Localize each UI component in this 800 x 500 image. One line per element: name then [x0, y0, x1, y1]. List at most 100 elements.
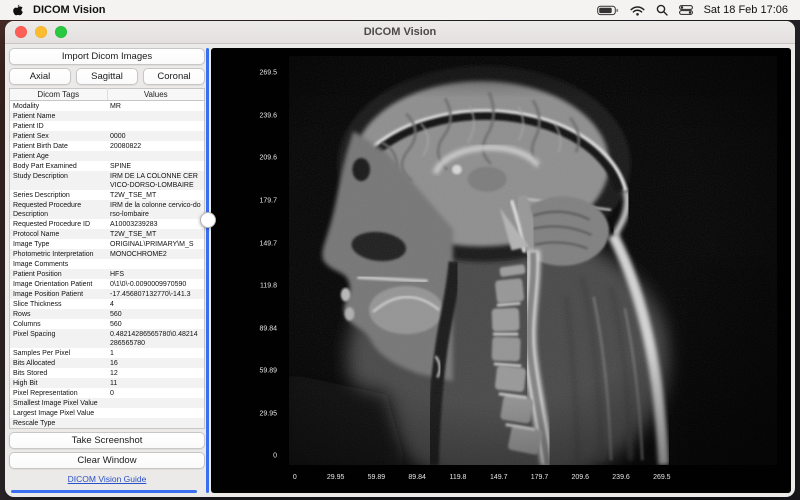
- sagittal-button[interactable]: Sagittal: [76, 68, 138, 85]
- dicom-tag: Patient Sex: [13, 132, 49, 140]
- y-tick-label: 239.6: [259, 112, 277, 120]
- x-tick-label: 0: [292, 474, 297, 481]
- table-row: Series Description T2W_TSE_MT: [10, 190, 205, 200]
- dicom-tag: Patient Position: [13, 270, 62, 278]
- dicom-value: 12: [110, 369, 118, 377]
- y-tick-label: 149.7: [259, 240, 277, 247]
- dicom-value: A10003239283: [110, 220, 158, 228]
- dicom-tag: Rows: [13, 310, 31, 318]
- x-tick-label: 209.6: [571, 474, 590, 481]
- table-row: High Bit 11: [9, 378, 205, 388]
- wifi-icon[interactable]: [630, 5, 645, 16]
- control-center-icon[interactable]: [678, 5, 693, 15]
- view-buttons: Axial Sagittal Coronal: [9, 68, 205, 85]
- x-tick-label: 239.6: [612, 474, 630, 481]
- dicom-tag: Requested Procedure Description: [13, 201, 82, 218]
- y-tick-label: 209.6: [259, 154, 277, 162]
- take-screenshot-button[interactable]: Take Screenshot: [9, 432, 205, 449]
- dicom-tag: Body Part Examined: [13, 162, 77, 170]
- title-bar[interactable]: DICOM Vision: [5, 21, 795, 44]
- table-row: Study Description IRM DE LA COLONNE CERVI…: [9, 171, 205, 190]
- table-row: Patient Sex 0000: [9, 131, 205, 141]
- mri-image[interactable]: [289, 56, 777, 465]
- dicom-tag: Patient ID: [13, 122, 44, 130]
- table-row: Rescale Type: [9, 418, 205, 429]
- y-tick-label: 0: [273, 452, 277, 460]
- axial-button[interactable]: Axial: [9, 68, 71, 85]
- dicom-value: IRM DE LA COLONNE CERVICO-DORSO-LOMBAIRE: [110, 172, 198, 189]
- dicom-tags-table: Dicom Tags Values Modality MR Patient Name…: [9, 88, 205, 429]
- dicom-value: 1: [110, 349, 114, 357]
- table-row: Protocol Name T2W_TSE_MT: [9, 229, 205, 239]
- x-tick-label: 59.89: [367, 474, 386, 481]
- table-row: Body Part Examined SPINE: [10, 161, 205, 171]
- x-tick-label: 119.8: [449, 474, 467, 481]
- clear-window-button[interactable]: Clear Window: [9, 452, 205, 469]
- dicom-value: [107, 418, 205, 429]
- table-row: Columns 560: [10, 319, 205, 329]
- table-row: Requested Procedure ID A10003239283: [10, 219, 205, 229]
- dicom-value: IRM de la colonne cervico-dorso-lombaire: [110, 201, 201, 218]
- dicom-value: MR: [110, 102, 121, 110]
- col-header-tags: Dicom Tags: [9, 88, 108, 101]
- dicom-tag: Pixel Representation: [13, 389, 78, 397]
- dicom-value: 560: [110, 310, 122, 318]
- dicom-tag: Image Position Patient: [13, 290, 84, 298]
- dicom-tag: Photometric Interpretation: [13, 250, 94, 258]
- dicom-tag: Image Comments: [13, 260, 69, 268]
- y-tick-label: 29.95: [259, 410, 277, 418]
- splitter[interactable]: [206, 48, 209, 493]
- dicom-value: 560: [110, 320, 122, 328]
- x-axis: 0 29.95 59.89 89.84 119.8 149.7 179.7 209.6 239.…: [289, 474, 777, 484]
- table-row: Slice Thickness 4: [10, 299, 205, 309]
- x-tick-label: 179.7: [530, 474, 549, 481]
- dicom-value: HFS: [110, 270, 124, 278]
- dicom-value: 11: [110, 379, 118, 387]
- dicom-value: [107, 408, 205, 418]
- x-tick-label: 29.95: [326, 474, 345, 481]
- dicom-value: MONOCHROME2: [110, 250, 167, 258]
- x-tick-label: 269.5: [653, 474, 671, 481]
- app-window: DICOM Vision Import Dicom Images Axial S…: [5, 21, 795, 497]
- menu-clock[interactable]: Sat 18 Feb 17:06: [704, 4, 788, 16]
- dicom-value: 0.48214286565780\0.48214286565780: [110, 330, 198, 347]
- x-tick-label: 149.7: [489, 474, 508, 481]
- x-tick-label: 89.84: [408, 474, 426, 481]
- dicom-tag: Requested Procedure ID: [13, 220, 91, 228]
- menu-app-name[interactable]: DICOM Vision: [33, 4, 106, 16]
- dicom-tag: Study Description: [13, 172, 68, 180]
- y-tick-label: 179.7: [259, 197, 277, 205]
- window-content: Import Dicom Images Axial Sagittal Coron…: [5, 44, 795, 497]
- apple-icon[interactable]: [12, 4, 23, 17]
- coronal-button[interactable]: Coronal: [143, 68, 205, 85]
- dicom-tag: Smallest Image Pixel Value: [13, 399, 98, 407]
- sidebar: Import Dicom Images Axial Sagittal Coron…: [9, 48, 205, 493]
- window-title: DICOM Vision: [363, 26, 437, 38]
- y-tick-label: 89.84: [259, 325, 277, 333]
- battery-icon[interactable]: [596, 5, 619, 16]
- table-row: Largest Image Pixel Value: [10, 408, 205, 418]
- table-row: Pixel Spacing 0.48214286565780\0.48214286…: [9, 329, 205, 348]
- search-icon[interactable]: [656, 4, 668, 16]
- splitter-handle[interactable]: [200, 212, 216, 228]
- import-dicom-button[interactable]: Import Dicom Images: [9, 48, 205, 65]
- table-row: Patient Birth Date 20080822: [10, 141, 205, 151]
- dicom-value: ORIGINAL\PRIMARY\M_S: [110, 240, 194, 248]
- dicom-value: [107, 121, 205, 131]
- dicom-value: 20080822: [110, 142, 142, 150]
- table-row: Image Position Patient -17.456807132770\-…: [9, 289, 205, 299]
- image-viewer: 269.5 239.6 209.6 179.7 149.7 119.8 89.84 59.89…: [211, 48, 791, 493]
- y-axis: 269.5 239.6 209.6 179.7 149.7 119.8 89.84 59.89…: [211, 56, 283, 465]
- plot-area: [289, 56, 777, 465]
- table-row: Modality MR: [10, 101, 205, 112]
- y-tick-label: 119.8: [260, 282, 277, 290]
- y-tick-label: 269.5: [259, 69, 277, 77]
- dicom-value: 0000: [110, 132, 126, 140]
- table-row: Requested Procedure Description IRM de la…: [9, 200, 205, 219]
- dicom-vision-guide-link[interactable]: DICOM Vision Guide: [9, 474, 205, 484]
- table-row: Patient Name: [9, 111, 205, 121]
- dicom-tag: High Bit: [13, 379, 38, 387]
- table-row: Image Type ORIGINAL\PRIMARY\M_S: [10, 239, 205, 249]
- table-row: Bits Stored 12: [10, 368, 205, 378]
- dicom-tag: Samples Per Pixel: [13, 349, 71, 357]
